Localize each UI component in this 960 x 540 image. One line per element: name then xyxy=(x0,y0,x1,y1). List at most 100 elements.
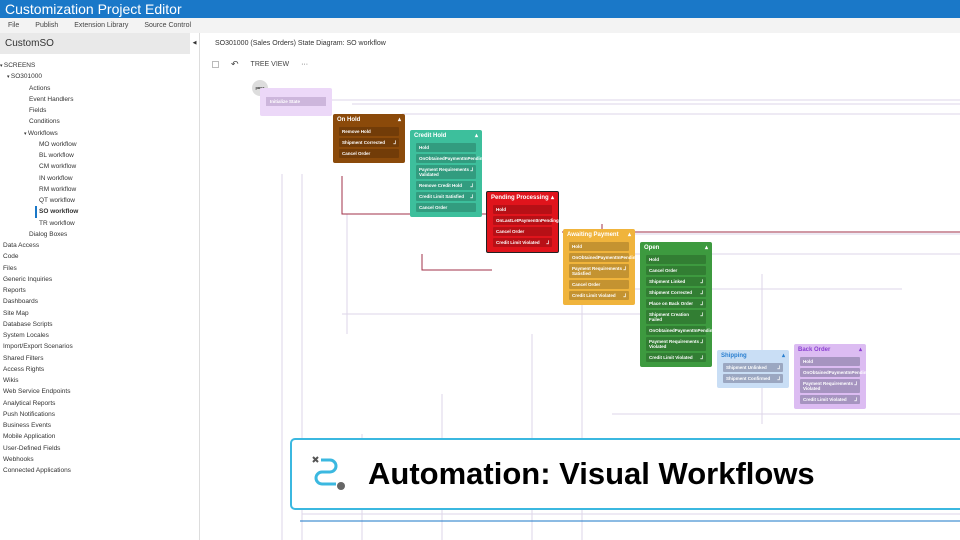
tree-item[interactable]: Event Handlers xyxy=(0,94,78,105)
tree-item[interactable]: CM workflow xyxy=(0,161,78,172)
transition-item[interactable]: OnObtainedPaymentInPendingProcessing⅃ xyxy=(416,154,512,163)
collapse-icon[interactable]: ▴ xyxy=(475,133,478,140)
tree-item[interactable]: Shared Filters xyxy=(0,353,78,364)
state-credit-hold[interactable]: Credit Hold ▴ Hold OnObtainedPaymentInPendi… xyxy=(410,130,512,217)
tree-item[interactable]: Wikis xyxy=(0,375,78,386)
tree-item[interactable]: Mobile Application xyxy=(0,431,78,442)
transition-item[interactable]: OnObtainedPaymentInPendingProcessing⅃ xyxy=(569,253,665,262)
tree-item[interactable]: IN workflow xyxy=(0,173,78,184)
tree-item[interactable]: Reports xyxy=(0,285,78,296)
state-pending-processing[interactable]: Pending Processing ▴ Hold OnLastLetPaymentI… xyxy=(486,191,586,253)
state-shipping[interactable]: Shipping ▴ Shipment Unlinked ⅃ Shipment Conf… xyxy=(717,350,789,388)
undo-icon[interactable]: ↶ xyxy=(231,59,239,70)
transition-item[interactable]: Credit Limit Violated ⅃ xyxy=(646,353,706,362)
tree-item[interactable]: SO workflow xyxy=(35,206,78,218)
collapse-icon[interactable]: ▴ xyxy=(859,347,862,354)
transition-item[interactable]: Payment Requirements Satisfied ⅃ xyxy=(569,264,629,278)
collapse-icon[interactable]: ▴ xyxy=(782,353,785,360)
transition-item[interactable]: Credit Limit Violated ⅃ xyxy=(800,395,860,404)
collapse-panel-button[interactable]: ◀ xyxy=(190,33,199,54)
tree-item[interactable]: Conditions xyxy=(0,116,78,127)
transition-item[interactable]: Remove Credit Hold ⅃ xyxy=(416,181,476,190)
transition-item[interactable]: Remove Hold xyxy=(339,127,399,136)
transition-item[interactable]: Shipment Corrected ⅃ xyxy=(646,288,706,297)
tree-item[interactable]: Access Rights xyxy=(0,364,78,375)
transition-item[interactable]: Hold xyxy=(800,357,860,366)
save-icon[interactable] xyxy=(212,61,219,68)
state-on-hold[interactable]: On Hold ▴ Remove Hold Shipment Corrected ⅃ Ca… xyxy=(333,114,405,163)
tree-view-button[interactable]: TREE VIEW xyxy=(251,61,290,68)
collapse-icon[interactable]: ▴ xyxy=(398,117,401,124)
transition-item[interactable]: Payment Requirements Violated ⅃ xyxy=(646,337,706,351)
condition-icon: ⅃ xyxy=(623,293,626,298)
transition-item[interactable]: Cancel Order xyxy=(339,149,399,158)
transition-item[interactable]: Cancel Order xyxy=(646,266,706,275)
tree-item[interactable]: Connected Applications xyxy=(0,465,78,476)
transition-item[interactable]: OnLastLetPaymentInPendingProcessing ⅃ xyxy=(493,216,586,225)
transition-item[interactable]: Shipment Creation Failed ⅃ xyxy=(646,310,706,324)
state-back-order[interactable]: Back Order ▴ Hold OnObtainedPaymentInPendin… xyxy=(794,344,896,409)
tree-item[interactable]: ▾ Workflows xyxy=(0,128,78,139)
tree-item[interactable]: Site Map xyxy=(0,308,78,319)
transition-item[interactable]: Hold xyxy=(569,242,629,251)
tree-item[interactable]: Import/Export Scenarios xyxy=(0,341,78,352)
collapse-icon[interactable]: ▴ xyxy=(551,195,554,202)
transition-item[interactable]: Cancel Order xyxy=(493,227,552,236)
tree-item[interactable]: QT workflow xyxy=(0,195,78,206)
transition-item[interactable]: Cancel Order xyxy=(416,203,476,212)
tree-item[interactable]: Database Scripts xyxy=(0,319,78,330)
transition-item[interactable]: Credit Limit Violated ⅃ xyxy=(493,238,552,247)
tree-item-label: User-Defined Fields xyxy=(3,444,61,452)
transition-label: Credit Limit Violated xyxy=(803,397,847,402)
tree-item[interactable]: Push Notifications xyxy=(0,409,78,420)
tree-item[interactable]: MO workflow xyxy=(0,139,78,150)
tree-item[interactable]: Dialog Boxes xyxy=(0,229,78,240)
transition-item[interactable]: Shipment Corrected ⅃ xyxy=(339,138,399,147)
transition-item[interactable]: Payment Requirements Validated ⅃ xyxy=(416,165,476,179)
menu-publish[interactable]: Publish xyxy=(27,18,66,33)
initialize-state-item[interactable]: Initialize State xyxy=(266,97,326,106)
tree-item[interactable]: Data Access xyxy=(0,240,78,251)
transition-item[interactable]: Shipment Unlinked ⅃ xyxy=(723,363,783,372)
collapse-icon[interactable]: ▴ xyxy=(628,232,631,239)
tree-item[interactable]: ▾ SCREENS xyxy=(0,60,78,71)
tree-item[interactable]: Code xyxy=(0,251,78,262)
tree-item[interactable]: Generic Inquiries xyxy=(0,274,78,285)
transition-item[interactable]: OnObtainedPaymentInPendingProcessing⅃ xyxy=(800,368,896,377)
transition-item[interactable]: Shipment Linked ⅃ xyxy=(646,277,706,286)
transition-item[interactable]: Credit Limit Violated ⅃ xyxy=(569,291,629,300)
transition-item[interactable]: Shipment Confirmed ⅃ xyxy=(723,374,783,383)
transition-item[interactable]: Payment Requirements Violated ⅃ xyxy=(800,379,860,393)
tree-item[interactable]: Files xyxy=(0,263,78,274)
tree-item-label: Conditions xyxy=(29,118,60,126)
tree-item[interactable]: Dashboards xyxy=(0,296,78,307)
tree-item[interactable]: Webhooks xyxy=(0,454,78,465)
tree-item[interactable]: TR workflow xyxy=(0,218,78,229)
state-awaiting-payment[interactable]: Awaiting Payment ▴ Hold OnObtainedPaymentIn… xyxy=(563,229,665,305)
tree-item[interactable]: RM workflow xyxy=(0,184,78,195)
tree-item[interactable]: Analytical Reports xyxy=(0,398,78,409)
transition-item[interactable]: Hold xyxy=(646,255,706,264)
tree-item[interactable]: Web Service Endpoints xyxy=(0,386,78,397)
initial-state[interactable]: Initialize State xyxy=(260,88,332,116)
transition-item[interactable]: Cancel Order xyxy=(569,280,629,289)
tree-item[interactable]: System Locales xyxy=(0,330,78,341)
state-open[interactable]: Open ▴ Hold Cancel Order Shipment Linked ⅃ Shi… xyxy=(640,242,742,367)
transition-item[interactable]: Credit Limit Satisfied ⅃ xyxy=(416,192,476,201)
menu-file[interactable]: File xyxy=(0,18,27,33)
collapse-icon[interactable]: ▴ xyxy=(705,245,708,252)
transition-item[interactable]: OnObtainedPaymentInPendingProcessing⅃ xyxy=(646,326,742,335)
transition-item[interactable]: Hold xyxy=(416,143,476,152)
transition-item[interactable]: Hold xyxy=(493,205,552,214)
tree-item[interactable]: Actions xyxy=(0,83,78,94)
more-button[interactable]: ··· xyxy=(301,61,308,68)
tree-item[interactable]: BL workflow xyxy=(0,150,78,161)
state-title: Open xyxy=(644,245,660,251)
tree-item[interactable]: Fields xyxy=(0,105,78,116)
tree-item[interactable]: Business Events xyxy=(0,420,78,431)
menu-extension-library[interactable]: Extension Library xyxy=(66,18,136,33)
menu-source-control[interactable]: Source Control xyxy=(136,18,199,33)
transition-item[interactable]: Place on Back Order ⅃ xyxy=(646,299,706,308)
tree-item[interactable]: User-Defined Fields xyxy=(0,443,78,454)
tree-item[interactable]: ▾ SO301000 xyxy=(0,71,78,82)
